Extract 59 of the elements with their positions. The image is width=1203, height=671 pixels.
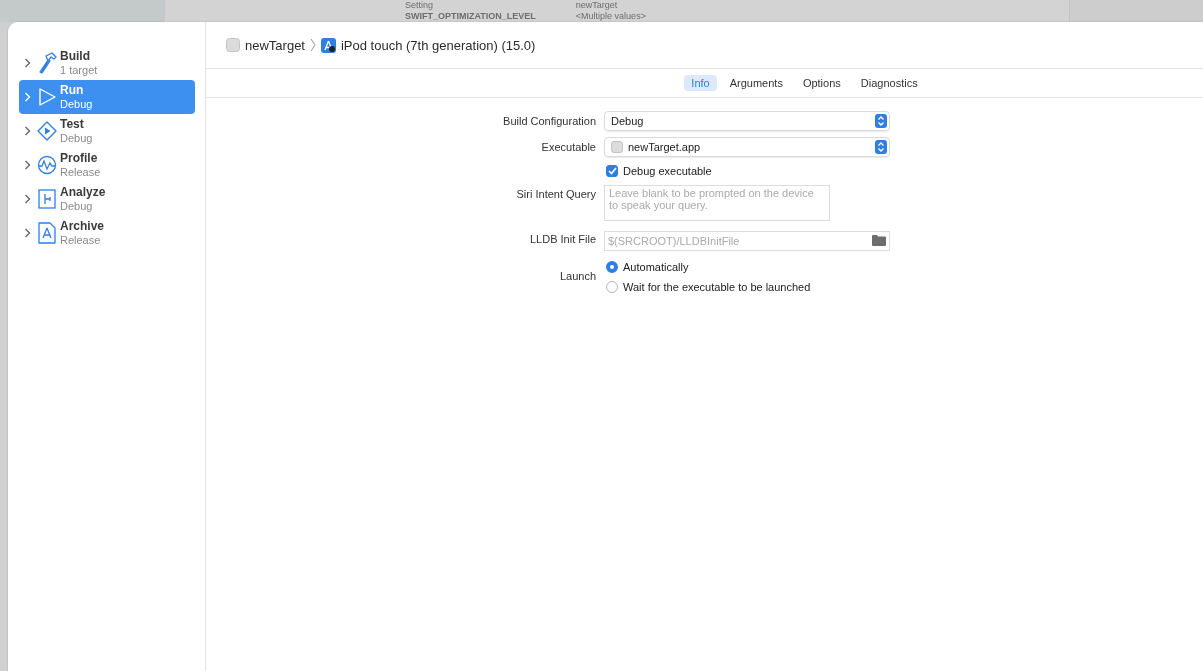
up-down-arrows-icon	[875, 140, 887, 154]
folder-icon[interactable]	[872, 235, 886, 246]
radio-button[interactable]	[606, 281, 618, 293]
field-label: Launch	[558, 270, 596, 282]
device-simulator-icon	[321, 37, 336, 53]
waveform-circle-icon	[37, 155, 57, 175]
siri-intent-query-field[interactable]: Leave blank to be prompted on the device to speak your query.	[604, 185, 830, 221]
field-label: Executable	[540, 141, 596, 153]
field-label: Build Configuration	[502, 115, 596, 127]
up-down-arrows-icon	[875, 114, 887, 128]
item-title: Profile	[60, 151, 99, 165]
item-title: Archive	[60, 219, 105, 233]
hammer-icon	[37, 52, 57, 74]
scheme-action-item[interactable]: Test Debug	[19, 114, 195, 148]
item-subtitle: Release	[60, 233, 102, 247]
field-label: LLDB Init File	[528, 233, 596, 245]
backdrop-target-name: newTarget	[575, 0, 619, 11]
item-subtitle: Debug	[60, 97, 93, 111]
backdrop-setting-value: <Multiple values>	[575, 11, 646, 22]
app-placeholder-icon	[226, 38, 240, 52]
breadcrumb-device[interactable]: iPod touch (7th generation) (15.0)	[341, 37, 536, 53]
tab[interactable]: Arguments	[722, 75, 790, 91]
disclosure-chevron-icon[interactable]	[24, 160, 31, 170]
scheme-action-item[interactable]: Profile Release	[19, 148, 195, 182]
backdrop-setting-name: SWIFT_OPTIMIZATION_LEVEL	[405, 11, 536, 22]
item-subtitle: Debug	[60, 199, 94, 213]
radio-button[interactable]	[606, 261, 618, 273]
tab[interactable]: Diagnostics	[853, 75, 925, 91]
scheme-action-item[interactable]: Analyze Debug	[19, 182, 195, 216]
scheme-action-item[interactable]: Archive Release	[19, 216, 195, 250]
build-configuration-popup[interactable]: Debug	[604, 111, 890, 131]
radio-label: Automatically	[623, 261, 689, 273]
checkbox-label: Debug executable	[623, 165, 712, 177]
radio-label: Wait for the executable to be launched	[623, 281, 811, 293]
checkbox[interactable]	[606, 165, 618, 177]
play-icon	[37, 87, 57, 107]
backdrop-column-header: Setting	[405, 0, 435, 11]
item-subtitle: Release	[60, 165, 101, 179]
item-subtitle: Debug	[60, 131, 93, 145]
item-title: Run	[60, 83, 85, 97]
item-title: Build	[60, 49, 91, 63]
item-title: Test	[60, 117, 85, 131]
app-document-icon	[37, 222, 57, 244]
app-placeholder-icon	[611, 141, 623, 153]
analyze-icon	[37, 189, 57, 209]
breadcrumb-separator-icon	[310, 38, 316, 52]
disclosure-chevron-icon[interactable]	[24, 194, 31, 204]
lldb-init-file-field[interactable]: $(SRCROOT)/LLDBInitFile	[604, 231, 890, 251]
item-subtitle: 1 target	[60, 63, 98, 77]
scheme-action-item[interactable]: Build 1 target	[19, 46, 195, 80]
item-title: Analyze	[60, 185, 106, 199]
disclosure-chevron-icon[interactable]	[24, 126, 31, 136]
disclosure-chevron-icon[interactable]	[24, 228, 31, 238]
disclosure-chevron-icon[interactable]	[24, 58, 31, 68]
tab[interactable]: Options	[795, 75, 848, 91]
field-label: Siri Intent Query	[515, 187, 596, 200]
executable-popup[interactable]: newTarget.app	[604, 137, 890, 157]
test-diamond-icon	[37, 121, 57, 141]
breadcrumb-target[interactable]: newTarget	[245, 37, 305, 53]
